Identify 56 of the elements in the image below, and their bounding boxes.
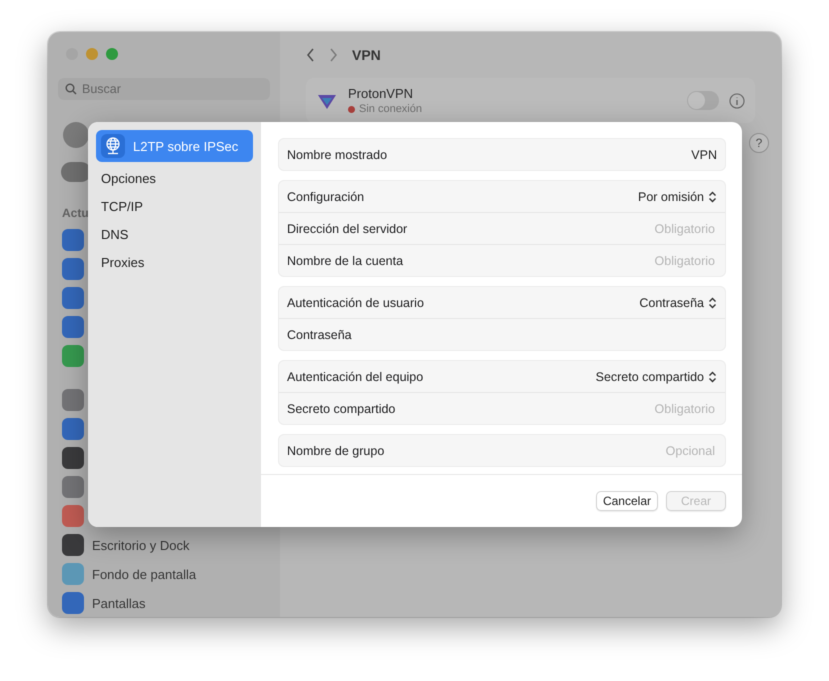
field-label: Nombre de grupo <box>287 444 384 458</box>
app-tile-icon[interactable] <box>62 476 84 498</box>
input-field[interactable]: Obligatorio <box>533 252 717 268</box>
field-value: VPN <box>691 148 717 162</box>
field-label: Secreto compartido <box>287 402 396 416</box>
sidebar-tab[interactable]: Proxies <box>96 250 253 274</box>
field-label: Contraseña <box>287 328 352 342</box>
avatar[interactable] <box>63 122 89 148</box>
field-label: Nombre de la cuenta <box>287 254 404 268</box>
popup-menu[interactable]: Secreto compartido <box>596 370 717 384</box>
app-tile-icon[interactable] <box>62 447 84 469</box>
chevron-updown-icon <box>708 370 717 382</box>
input-field[interactable]: Obligatorio <box>533 400 717 416</box>
sidebar-item[interactable]: Escritorio y Dock <box>92 538 190 552</box>
info-icon[interactable] <box>729 92 745 108</box>
chevron-updown-icon <box>708 190 717 202</box>
search-field[interactable]: Buscar <box>58 78 270 100</box>
sidebar-tab[interactable]: Opciones <box>96 166 253 190</box>
app-tile-icon[interactable] <box>62 258 84 280</box>
forward-icon[interactable] <box>329 48 338 62</box>
field-label: Autenticación del equipo <box>287 370 424 384</box>
app-tile-icon[interactable] <box>62 418 84 440</box>
field-label: Autenticación de usuario <box>287 296 424 310</box>
popup-menu[interactable]: Contraseña <box>639 296 717 310</box>
vpn-toggle[interactable] <box>687 91 719 110</box>
field-label: Nombre mostrado <box>287 148 388 162</box>
back-icon[interactable] <box>306 48 315 62</box>
sidebar-tab[interactable]: TCP/IP <box>96 194 253 218</box>
vpn-name: ProtonVPN <box>348 86 414 101</box>
popup-menu[interactable]: Por omisión <box>638 190 717 204</box>
app-tile-icon[interactable] <box>62 345 84 367</box>
window-title: VPN <box>352 47 381 63</box>
app-tile-icon[interactable] <box>62 592 84 614</box>
app-tile-icon[interactable] <box>62 389 84 411</box>
search-icon <box>65 83 77 95</box>
app-tile-icon[interactable] <box>62 229 84 251</box>
vpn-status: Sin conexión <box>359 103 422 115</box>
sidebar-item[interactable]: Fondo de pantalla <box>92 566 196 582</box>
input-field[interactable]: Obligatorio <box>533 220 717 236</box>
field-label: Configuración <box>287 190 364 204</box>
sidebar-tab[interactable]: L2TP sobre IPSec <box>96 130 253 162</box>
sidebar-item[interactable]: Pantallas <box>92 596 146 610</box>
app-tile-icon[interactable] <box>62 316 84 338</box>
app-tile-icon[interactable] <box>62 287 84 309</box>
sidebar-tab[interactable]: DNS <box>96 222 253 246</box>
app-tile-icon[interactable] <box>62 534 84 556</box>
status-dot <box>348 106 355 112</box>
app-tile-icon[interactable] <box>62 505 84 527</box>
app-tile-icon[interactable] <box>62 563 84 585</box>
chevron-updown-icon <box>708 296 717 308</box>
input-field[interactable]: Opcional <box>533 442 717 458</box>
globe-icon <box>105 137 121 155</box>
section-header: Actu <box>62 206 88 220</box>
help-button[interactable]: ? <box>749 133 769 153</box>
dialog-button[interactable]: Cancelar <box>596 491 658 511</box>
field-label: Dirección del servidor <box>287 222 408 236</box>
